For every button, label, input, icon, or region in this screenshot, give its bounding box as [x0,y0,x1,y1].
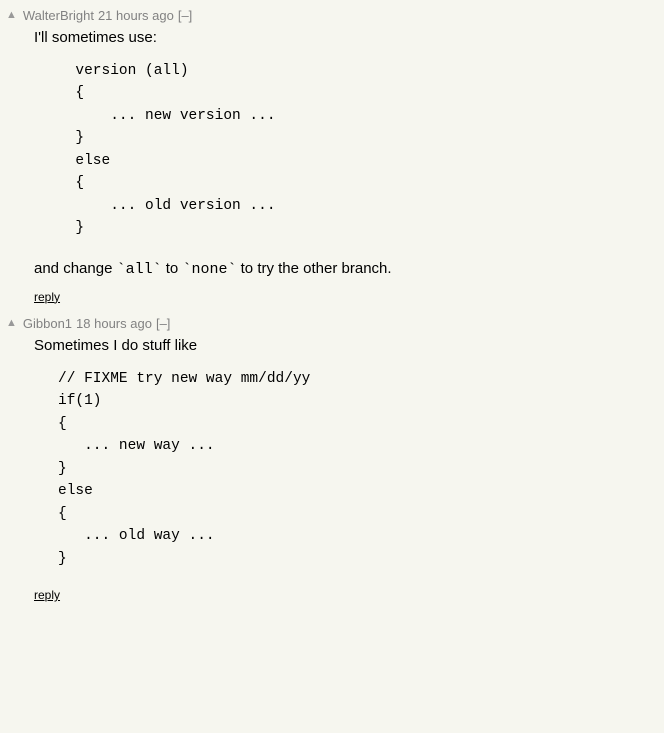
inline-code: `none` [182,261,236,278]
comment-header: ▲ Gibbon1 18 hours ago [–] [6,316,664,331]
comment-header: ▲ WalterBright 21 hours ago [–] [6,8,664,23]
collapse-toggle[interactable]: [–] [156,316,170,331]
comment-age[interactable]: 18 hours ago [76,316,152,331]
reply-link[interactable]: reply [34,588,60,602]
text-span: to [162,260,183,277]
upvote-icon[interactable]: ▲ [6,10,17,21]
text-span: to try the other branch. [236,260,391,277]
comment-text: Sometimes I do stuff like [34,335,664,356]
inline-code: `all` [117,261,162,278]
comment-body: I'll sometimes use: version (all) { ... … [34,27,664,280]
comment: ▲ Gibbon1 18 hours ago [–] Sometimes I d… [4,316,664,602]
code-block: // FIXME try new way mm/dd/yy if(1) { ..… [58,368,664,570]
comment-text: and change `all` to `none` to try the ot… [34,258,664,280]
upvote-icon[interactable]: ▲ [6,318,17,329]
comment: ▲ WalterBright 21 hours ago [–] I'll som… [4,8,664,304]
username-link[interactable]: Gibbon1 [23,316,72,331]
comment-text: I'll sometimes use: [34,27,664,48]
code-block: version (all) { ... new version ... } el… [58,60,664,240]
reply-link[interactable]: reply [34,290,60,304]
collapse-toggle[interactable]: [–] [178,8,192,23]
comment-body: Sometimes I do stuff like // FIXME try n… [34,335,664,570]
reply-row: reply [34,290,664,304]
comment-age[interactable]: 21 hours ago [98,8,174,23]
text-span: and change [34,260,117,277]
reply-row: reply [34,588,664,602]
username-link[interactable]: WalterBright [23,8,94,23]
